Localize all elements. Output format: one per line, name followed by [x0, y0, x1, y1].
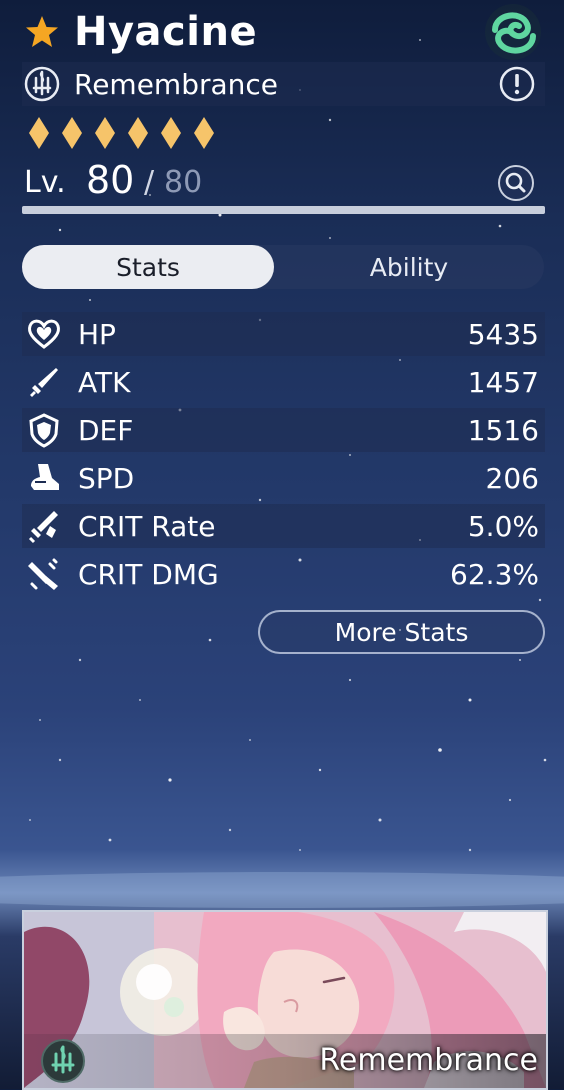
- level-row: Lv. 80 / 80: [22, 158, 545, 208]
- character-title-row: Hyacine: [22, 4, 545, 60]
- stat-row-hp: HP 5435: [22, 312, 545, 356]
- sword-icon: [30, 368, 58, 397]
- level-label: Lv.: [24, 165, 66, 200]
- diamond-icon: [62, 117, 82, 149]
- boot-icon: [31, 464, 59, 490]
- diamond-icon: [95, 117, 115, 149]
- tab-ability[interactable]: Ability: [274, 245, 544, 289]
- character-portrait-card[interactable]: Remembrance: [22, 910, 548, 1090]
- stat-row-crit-dmg: CRIT DMG 62.3%: [22, 552, 545, 596]
- stat-label: DEF: [78, 413, 134, 447]
- crit-dmg-icon: [28, 558, 58, 590]
- more-stats-button[interactable]: More Stats: [258, 610, 545, 654]
- zoom-icon[interactable]: [497, 164, 535, 202]
- stat-row-crit-rate: CRIT Rate 5.0%: [22, 504, 545, 548]
- tab-stats[interactable]: Stats: [22, 245, 274, 289]
- diamond-icon: [161, 117, 181, 149]
- path-row: Remembrance: [22, 62, 545, 106]
- level-max: 80: [164, 165, 203, 200]
- shield-icon: [29, 413, 59, 448]
- stats-ability-tabs: Stats Ability: [22, 245, 544, 289]
- diamond-icon: [128, 117, 148, 149]
- star-icon: [26, 16, 58, 47]
- remembrance-path-icon: [41, 1039, 85, 1083]
- stat-label: ATK: [78, 365, 131, 399]
- stat-value: 62.3%: [450, 557, 539, 591]
- stat-value: 1516: [467, 413, 539, 447]
- wind-element-icon: [485, 4, 541, 60]
- path-name: Remembrance: [74, 67, 279, 101]
- stat-row-def: DEF 1516: [22, 408, 545, 452]
- stat-row-spd: SPD 206: [22, 456, 545, 500]
- level-current: 80: [86, 158, 135, 202]
- diamond-icon: [194, 117, 214, 149]
- stat-value: 206: [485, 461, 539, 495]
- stat-label: CRIT Rate: [78, 509, 216, 543]
- stat-row-atk: ATK 1457: [22, 360, 545, 404]
- stat-value: 5.0%: [467, 509, 539, 543]
- card-path-label: Remembrance: [319, 1043, 538, 1078]
- crit-rate-icon: [28, 511, 58, 544]
- stat-label: CRIT DMG: [78, 557, 219, 591]
- stat-label: HP: [78, 317, 116, 351]
- level-progress-bar: [22, 206, 545, 214]
- stat-value: 1457: [467, 365, 539, 399]
- heart-icon: [28, 319, 60, 349]
- stat-label: SPD: [78, 461, 135, 495]
- info-icon[interactable]: [499, 66, 535, 102]
- level-progress-fill: [22, 206, 545, 214]
- diamond-icon: [29, 117, 49, 149]
- level-separator: /: [144, 165, 155, 200]
- character-name: Hyacine: [74, 9, 258, 55]
- stat-value: 5435: [467, 317, 539, 351]
- remembrance-path-icon: [24, 66, 60, 102]
- rarity-diamonds: [28, 116, 215, 150]
